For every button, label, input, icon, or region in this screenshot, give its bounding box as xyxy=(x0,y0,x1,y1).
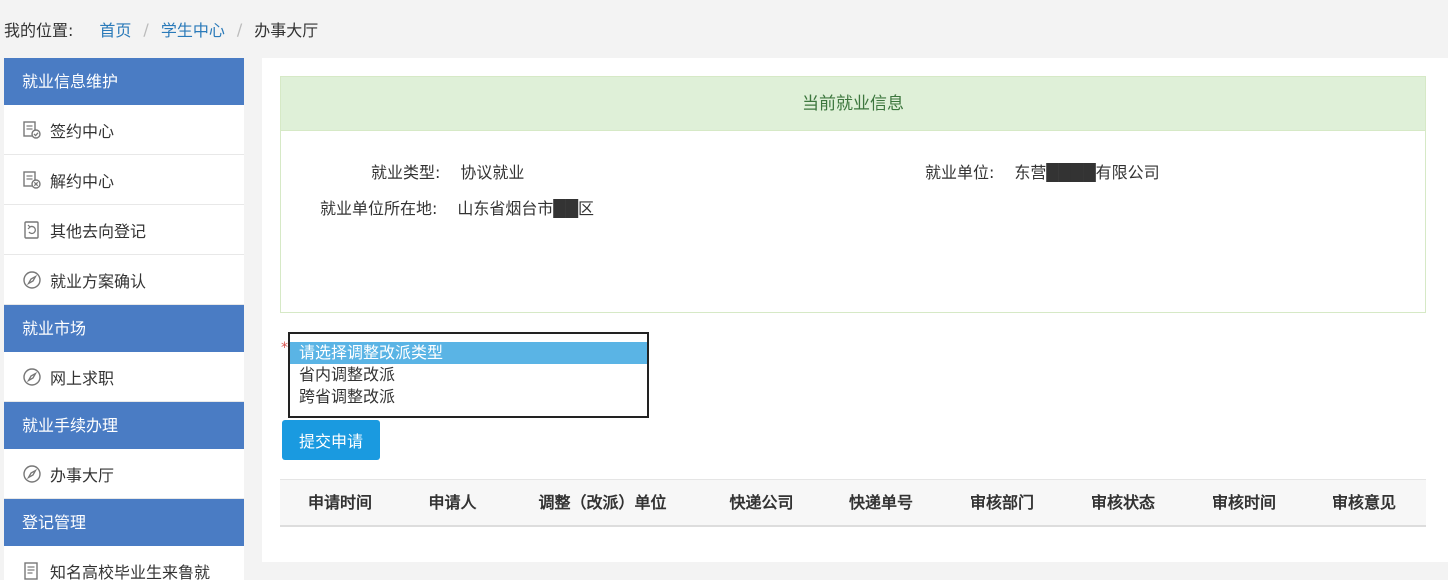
location-row: 就业单位所在地: 山东省烟台市██区 xyxy=(320,195,594,219)
doc-cancel-icon xyxy=(22,170,42,190)
reassign-type-option[interactable]: 请选择调整改派类型 xyxy=(290,342,647,364)
sidebar-item-label: 网上求职 xyxy=(50,368,115,388)
sidebar-item-service-hall[interactable]: 办事大厅 xyxy=(4,449,244,499)
sidebar-item-label: 解约中心 xyxy=(50,171,115,191)
employer-label: 就业单位: xyxy=(925,163,995,182)
employment-info-title: 当前就业信息 xyxy=(281,77,1425,131)
reassign-type-option[interactable]: 跨省调整改派 xyxy=(290,386,647,408)
doc-list-icon xyxy=(22,561,42,580)
applications-table-header: 申请时间 申请人 调整（改派）单位 快递公司 快递单号 审核部门 审核状态 审核… xyxy=(280,479,1426,527)
table-header-cell: 审核时间 xyxy=(1211,493,1276,512)
employment-info-panel: 当前就业信息 就业类型: 协议就业 就业单位: 东营████有限公司 就业单位所在地… xyxy=(280,76,1426,313)
compass-icon xyxy=(22,270,42,290)
sidebar-item-plan-confirm[interactable]: 就业方案确认 xyxy=(4,255,244,305)
table-header-cell: 快递单号 xyxy=(848,493,913,512)
compass-icon xyxy=(22,464,42,484)
sidebar-item-online-job-search[interactable]: 网上求职 xyxy=(4,352,244,402)
employment-type-value: 协议就业 xyxy=(460,163,525,182)
breadcrumb-separator: / xyxy=(236,19,243,39)
employer-row: 就业单位: 东营████有限公司 xyxy=(925,159,1160,183)
location-label: 就业单位所在地: xyxy=(320,199,438,218)
breadcrumb-separator: / xyxy=(143,19,149,39)
table-header-cell: 快递公司 xyxy=(729,493,794,512)
table-header-cell: 审核部门 xyxy=(969,493,1034,512)
table-header-cell: 审核意见 xyxy=(1331,493,1396,512)
sidebar-item-famous-graduates[interactable]: 知名高校毕业生来鲁就 xyxy=(4,546,244,580)
main-panel: 当前就业信息 就业类型: 协议就业 就业单位: 东营████有限公司 就业单位所在地… xyxy=(262,58,1448,562)
sidebar-item-label: 签约中心 xyxy=(50,121,115,141)
breadcrumb-student-center-link[interactable]: 学生中心 xyxy=(161,17,225,41)
employment-type-label: 就业类型: xyxy=(371,163,441,182)
sidebar-group-title-registration[interactable]: 登记管理 xyxy=(4,499,244,546)
sidebar-group-title-procedures[interactable]: 就业手续办理 xyxy=(4,402,244,449)
sidebar-item-label: 就业方案确认 xyxy=(50,271,147,291)
reassign-type-option[interactable]: 省内调整改派 xyxy=(290,364,647,386)
sidebar-item-label: 办事大厅 xyxy=(50,465,115,485)
sidebar-group-title-job-market[interactable]: 就业市场 xyxy=(4,305,244,352)
sidebar-group-title-employment-info[interactable]: 就业信息维护 xyxy=(4,58,244,105)
breadcrumb-home-link[interactable]: 首页 xyxy=(99,17,131,41)
table-header-cell: 申请人 xyxy=(428,493,477,512)
required-mark: * xyxy=(281,340,288,356)
sidebar-item-cancel-center[interactable]: 解约中心 xyxy=(4,155,244,205)
submit-application-button[interactable]: 提交申请 xyxy=(282,420,380,460)
location-value: 山东省烟台市██区 xyxy=(457,199,595,218)
doc-check-icon xyxy=(22,120,42,140)
sidebar: 就业信息维护 签约中心 解约中心 其他去向登记 就业方案确认 就业市场 网上求职… xyxy=(4,58,244,580)
employment-type-row: 就业类型: 协议就业 xyxy=(371,159,524,183)
table-header-cell: 审核状态 xyxy=(1090,493,1155,512)
sidebar-item-label: 知名高校毕业生来鲁就 xyxy=(50,562,211,580)
reassign-type-listbox[interactable]: 请选择调整改派类型 省内调整改派 跨省调整改派 xyxy=(288,332,649,418)
breadcrumb-label: 我的位置: xyxy=(4,21,74,40)
breadcrumb: 我的位置: 首页 / 学生中心 / 办事大厅 xyxy=(4,17,319,41)
employer-value: 东营████有限公司 xyxy=(1014,163,1160,182)
refresh-doc-icon xyxy=(22,220,42,240)
table-header-cell: 调整（改派）单位 xyxy=(538,493,667,512)
sidebar-item-other-destination[interactable]: 其他去向登记 xyxy=(4,205,244,255)
table-header-cell: 申请时间 xyxy=(307,493,372,512)
compass-icon xyxy=(22,367,42,387)
breadcrumb-current: 办事大厅 xyxy=(254,21,319,40)
sidebar-item-sign-center[interactable]: 签约中心 xyxy=(4,105,244,155)
sidebar-item-label: 其他去向登记 xyxy=(50,221,147,241)
